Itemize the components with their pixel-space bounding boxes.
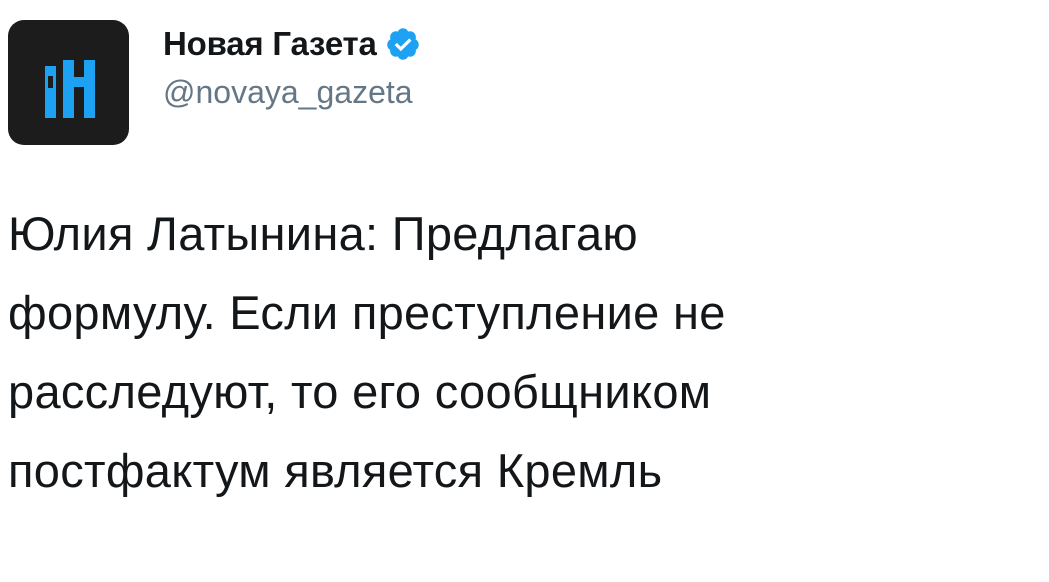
display-name[interactable]: Новая Газета — [163, 25, 377, 63]
tweet-text-line: формулу. Если преступление не — [8, 286, 726, 339]
account-handle[interactable]: @novaya_gazeta — [163, 74, 421, 111]
tweet-text: Юлия Латынина: Предлагаю формулу. Если п… — [8, 194, 1028, 510]
avatar[interactable] — [8, 20, 129, 145]
tweet-card: Новая Газета @novaya_gazeta Юлия Латынин… — [0, 0, 1049, 582]
tweet-text-line: Юлия Латынина: Предлагаю — [8, 207, 638, 260]
tweet-text-line: расследуют, то его сообщником — [8, 365, 712, 418]
display-name-row: Новая Газета — [163, 20, 421, 68]
tweet-header: Новая Газета @novaya_gazeta — [8, 20, 421, 145]
novaya-gazeta-logo-icon — [45, 60, 95, 118]
account-names: Новая Газета @novaya_gazeta — [163, 20, 421, 111]
tweet-text-line: постфактум является Кремль — [8, 444, 663, 497]
verified-badge-icon — [386, 28, 419, 60]
